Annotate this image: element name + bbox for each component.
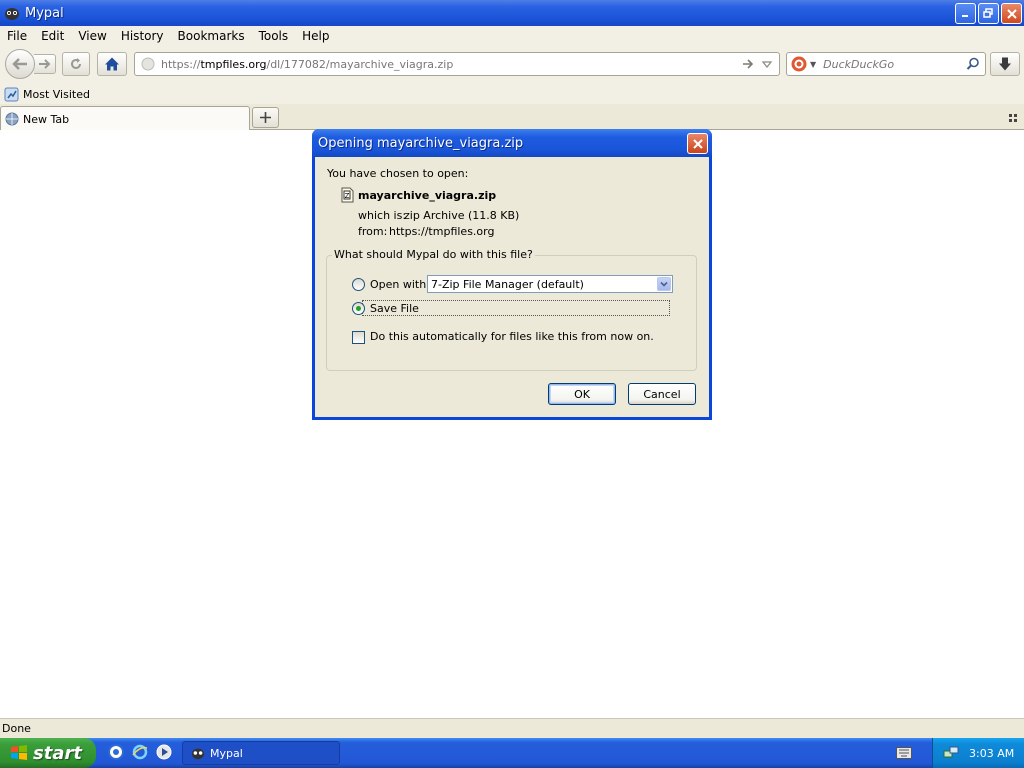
- network-icon[interactable]: [943, 745, 959, 761]
- reload-icon: [71, 58, 81, 69]
- auto-checkbox[interactable]: [352, 331, 365, 344]
- url-host: tmpfiles.org: [200, 57, 267, 71]
- forward-button[interactable]: [34, 54, 56, 74]
- mypal-task-icon: [191, 748, 205, 760]
- action-groupbox: What should Mypal do with this file? Ope…: [326, 248, 697, 371]
- restore-button[interactable]: [978, 3, 999, 24]
- open-with-label[interactable]: Open with: [370, 278, 426, 291]
- action-question: What should Mypal do with this file?: [332, 248, 535, 261]
- list-all-tabs-icon[interactable]: [1008, 113, 1018, 123]
- forward-arrow-icon: [38, 59, 50, 69]
- menu-history[interactable]: History: [114, 29, 171, 43]
- save-file-label[interactable]: Save File: [370, 302, 419, 315]
- back-button[interactable]: [5, 49, 35, 79]
- clock[interactable]: 3:03 AM: [969, 747, 1014, 760]
- history-dropdown-icon[interactable]: [761, 58, 773, 70]
- taskbar-item-mypal[interactable]: Mypal: [182, 741, 340, 765]
- plus-icon: [260, 112, 271, 123]
- back-arrow-icon: [12, 58, 27, 70]
- most-visited-folder-icon: [4, 87, 19, 101]
- menu-bar: File Edit View History Bookmarks Tools H…: [0, 26, 1024, 46]
- close-icon: [1006, 8, 1017, 19]
- menu-edit[interactable]: Edit: [34, 29, 71, 43]
- tab-label: New Tab: [23, 112, 70, 126]
- chevron-down-icon: [660, 281, 668, 287]
- taskbar-item-label: Mypal: [210, 746, 243, 760]
- navigation-toolbar: https://tmpfiles.org/dl/177082/mayarchiv…: [0, 46, 1024, 84]
- new-tab-button[interactable]: [252, 107, 279, 128]
- menu-file[interactable]: File: [0, 29, 34, 43]
- dialog-titlebar: Opening mayarchive_viagra.zip: [312, 129, 712, 157]
- menu-help[interactable]: Help: [295, 29, 336, 43]
- bookmark-most-visited[interactable]: Most Visited: [4, 87, 90, 102]
- reload-button[interactable]: [62, 52, 90, 76]
- windows-logo-icon: [11, 745, 27, 760]
- menu-tools[interactable]: Tools: [252, 29, 296, 43]
- which-is-label: which is:: [358, 209, 407, 222]
- search-icon[interactable]: [966, 57, 980, 71]
- taskbar: start Mypal 3:03 AM: [0, 738, 1024, 768]
- open-with-select[interactable]: 7-Zip File Manager (default): [427, 275, 673, 293]
- dialog-file-name: mayarchive_viagra.zip: [358, 189, 497, 202]
- start-button[interactable]: start: [0, 738, 96, 768]
- ok-button[interactable]: OK: [548, 383, 616, 405]
- tab-globe-icon: [5, 112, 19, 126]
- quicklaunch-chrome-icon[interactable]: [108, 744, 124, 760]
- url-prefix: https://: [161, 57, 201, 71]
- mypal-app-icon: [5, 8, 19, 20]
- from-label: from:: [358, 225, 388, 238]
- dialog-intro: You have chosen to open:: [327, 167, 469, 180]
- search-engine-dropdown-icon[interactable]: ▼: [810, 60, 816, 69]
- search-input[interactable]: [821, 56, 952, 72]
- open-with-radio[interactable]: [352, 278, 365, 291]
- quicklaunch-ie-icon[interactable]: [132, 744, 148, 760]
- menu-bookmarks[interactable]: Bookmarks: [171, 29, 252, 43]
- window-title: Mypal: [25, 5, 64, 21]
- go-arrow-icon[interactable]: [741, 57, 755, 71]
- globe-icon: [141, 57, 155, 71]
- download-arrow-icon: [999, 57, 1011, 71]
- from-value: https://tmpfiles.org: [389, 225, 495, 238]
- minimize-button[interactable]: [955, 3, 976, 24]
- tab-new-tab[interactable]: New Tab: [0, 106, 250, 131]
- start-label: start: [33, 742, 82, 764]
- open-with-app: 7-Zip File Manager (default): [431, 277, 584, 291]
- open-file-dialog: Opening mayarchive_viagra.zip You have c…: [312, 129, 712, 420]
- zip-file-icon: Z: [341, 187, 354, 203]
- restore-icon: [983, 8, 993, 18]
- downloads-button[interactable]: [990, 52, 1020, 76]
- bookmarks-toolbar: Most Visited: [0, 84, 1024, 104]
- window-titlebar: Mypal: [0, 0, 1024, 26]
- system-tray: 3:03 AM: [932, 738, 1024, 768]
- minimize-icon: [962, 15, 968, 17]
- close-window-button[interactable]: [1001, 3, 1022, 24]
- home-icon: [105, 57, 119, 71]
- keyboard-icon[interactable]: [896, 747, 912, 759]
- which-is-value: zip Archive (11.8 KB): [404, 209, 520, 222]
- select-dropdown-button[interactable]: [657, 277, 671, 291]
- menu-view[interactable]: View: [71, 29, 113, 43]
- search-bar[interactable]: ▼: [786, 52, 986, 76]
- auto-label[interactable]: Do this automatically for files like thi…: [370, 330, 654, 343]
- dialog-close-button[interactable]: [687, 133, 708, 154]
- close-icon: [692, 138, 703, 149]
- dialog-title: Opening mayarchive_viagra.zip: [318, 135, 524, 151]
- url-bar[interactable]: https://tmpfiles.org/dl/177082/mayarchiv…: [134, 52, 780, 76]
- status-text: Done: [2, 722, 31, 735]
- dialog-body: You have chosen to open: Z mayarchive_vi…: [315, 157, 709, 417]
- save-file-radio[interactable]: [352, 302, 365, 315]
- status-bar: Done: [0, 718, 1024, 738]
- most-visited-label: Most Visited: [23, 87, 90, 101]
- quicklaunch-media-icon[interactable]: [156, 744, 172, 760]
- cancel-button[interactable]: Cancel: [628, 383, 696, 405]
- svg-text:Z: Z: [345, 192, 350, 200]
- url-path: /dl/177082/mayarchive_viagra.zip: [266, 57, 454, 71]
- url-text: https://tmpfiles.org/dl/177082/mayarchiv…: [161, 58, 453, 71]
- home-button[interactable]: [97, 52, 127, 76]
- tab-bar: New Tab: [0, 104, 1024, 131]
- duckduckgo-icon[interactable]: [791, 56, 807, 72]
